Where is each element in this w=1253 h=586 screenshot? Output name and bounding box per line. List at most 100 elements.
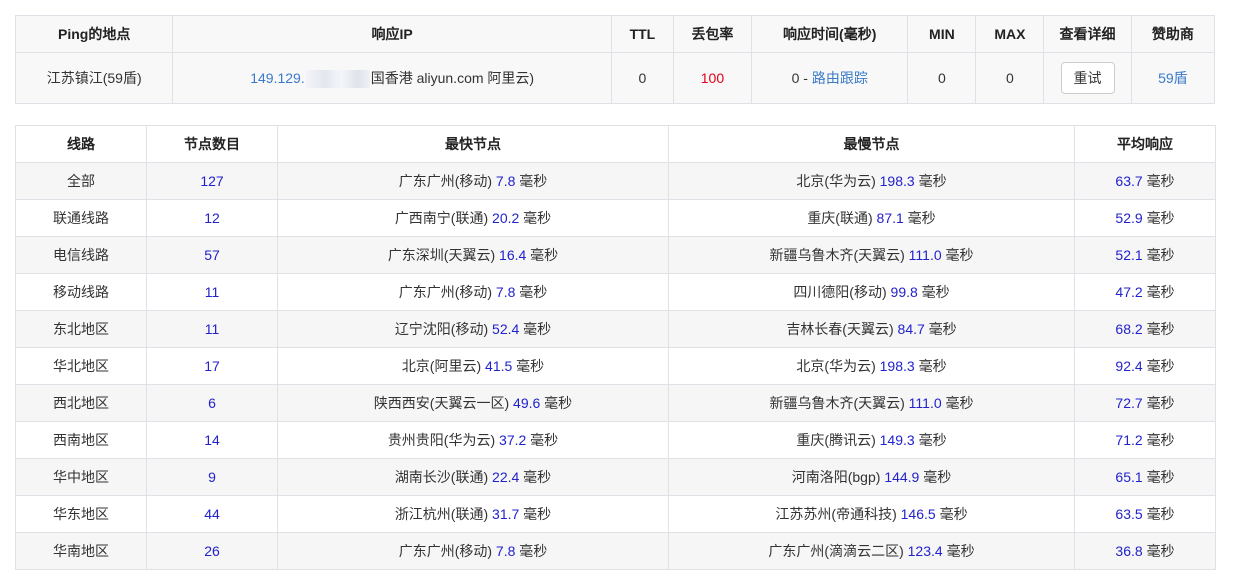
ip-link[interactable]: 149.129. bbox=[250, 70, 305, 86]
unit-label: 毫秒 bbox=[918, 173, 947, 189]
fastest-node-cell: 陕西西安(天翼云一区) 49.6 毫秒 bbox=[277, 384, 669, 422]
unit-label: 毫秒 bbox=[523, 469, 552, 485]
fastest-node-value: 41.5 bbox=[485, 358, 513, 374]
average-response-value: 72.7 bbox=[1115, 395, 1143, 411]
node-count-cell[interactable]: 57 bbox=[146, 236, 278, 274]
average-response-value: 36.8 bbox=[1115, 543, 1143, 559]
fastest-node-value: 22.4 bbox=[492, 469, 520, 485]
average-response-value: 52.1 bbox=[1115, 247, 1143, 263]
unit-label: 毫秒 bbox=[523, 506, 552, 522]
slowest-node-name: 重庆(联通) bbox=[807, 210, 873, 226]
unit-label: 毫秒 bbox=[918, 358, 947, 374]
unit-label: 毫秒 bbox=[1146, 173, 1175, 189]
slowest-node-cell: 吉林长春(天翼云) 84.7 毫秒 bbox=[668, 310, 1075, 348]
node-count-cell[interactable]: 14 bbox=[146, 421, 278, 459]
node-count-cell[interactable]: 11 bbox=[146, 273, 278, 311]
header-details: 查看详细 bbox=[1043, 15, 1132, 53]
fastest-node-cell: 辽宁沈阳(移动) 52.4 毫秒 bbox=[277, 310, 669, 348]
header-min: MIN bbox=[907, 15, 977, 53]
unit-label: 毫秒 bbox=[1146, 210, 1175, 226]
slowest-node-cell: 广东广州(滴滴云二区) 123.4 毫秒 bbox=[668, 532, 1075, 570]
table-row: 华北地区 17 北京(阿里云) 41.5 毫秒 北京(华为云) 198.3 毫秒 92.… bbox=[15, 347, 1216, 385]
unit-label: 毫秒 bbox=[1146, 284, 1175, 300]
slowest-node-cell: 新疆乌鲁木齐(天翼云) 111.0 毫秒 bbox=[668, 384, 1075, 422]
unit-label: 毫秒 bbox=[519, 543, 548, 559]
node-count-cell[interactable]: 11 bbox=[146, 310, 278, 348]
fastest-node-name: 广东深圳(天翼云) bbox=[387, 247, 496, 263]
average-response-value: 47.2 bbox=[1115, 284, 1143, 300]
fastest-node-cell: 广东广州(移动) 7.8 毫秒 bbox=[277, 162, 669, 200]
fastest-node-name: 辽宁沈阳(移动) bbox=[394, 321, 489, 337]
ttl-cell: 0 bbox=[610, 52, 674, 104]
node-count-cell[interactable]: 127 bbox=[146, 162, 278, 200]
slowest-node-value: 198.3 bbox=[879, 173, 915, 189]
fastest-node-value: 52.4 bbox=[492, 321, 520, 337]
average-response-cell: 72.7 毫秒 bbox=[1074, 384, 1216, 422]
unit-label: 毫秒 bbox=[1146, 321, 1175, 337]
slowest-node-value: 123.4 bbox=[907, 543, 943, 559]
unit-label: 毫秒 bbox=[921, 284, 950, 300]
slowest-node-value: 87.1 bbox=[876, 210, 904, 226]
fastest-node-cell: 广西南宁(联通) 20.2 毫秒 bbox=[277, 199, 669, 237]
slowest-node-name: 重庆(腾讯云) bbox=[796, 432, 876, 448]
fastest-node-value: 31.7 bbox=[492, 506, 520, 522]
average-response-cell: 63.5 毫秒 bbox=[1074, 495, 1216, 533]
response-time-separator: - bbox=[799, 70, 812, 86]
unit-label: 毫秒 bbox=[523, 210, 552, 226]
unit-label: 毫秒 bbox=[1146, 543, 1175, 559]
slowest-node-name: 北京(华为云) bbox=[796, 173, 876, 189]
slowest-node-value: 144.9 bbox=[884, 469, 920, 485]
fastest-node-value: 49.6 bbox=[513, 395, 541, 411]
fastest-node-value: 7.8 bbox=[495, 284, 516, 300]
slowest-node-name: 新疆乌鲁木齐(天翼云) bbox=[769, 247, 905, 263]
average-response-cell: 36.8 毫秒 bbox=[1074, 532, 1216, 570]
retry-button[interactable]: 重试 bbox=[1060, 62, 1115, 94]
table-row: 联通线路 12 广西南宁(联通) 20.2 毫秒 重庆(联通) 87.1 毫秒 52.9… bbox=[15, 199, 1216, 237]
unit-label: 毫秒 bbox=[519, 284, 548, 300]
node-count-cell[interactable]: 44 bbox=[146, 495, 278, 533]
ping-result-row: 江苏镇江(59盾) 149.129. 国香港 aliyun.com 阿里云) 0 … bbox=[14, 52, 1216, 104]
average-response-value: 63.5 bbox=[1115, 506, 1143, 522]
line-summary-table: 线路 节点数目 最快节点 最慢节点 平均响应 全部 127 广东广州(移动) 7.8… bbox=[15, 125, 1216, 570]
unit-label: 毫秒 bbox=[1146, 506, 1175, 522]
node-count-cell[interactable]: 17 bbox=[146, 347, 278, 385]
slowest-node-value: 99.8 bbox=[890, 284, 918, 300]
node-count-cell[interactable]: 26 bbox=[146, 532, 278, 570]
unit-label: 毫秒 bbox=[1146, 395, 1175, 411]
slowest-node-cell: 四川德阳(移动) 99.8 毫秒 bbox=[668, 273, 1075, 311]
average-response-value: 71.2 bbox=[1115, 432, 1143, 448]
table-row: 电信线路 57 广东深圳(天翼云) 16.4 毫秒 新疆乌鲁木齐(天翼云) 111.0… bbox=[15, 236, 1216, 274]
average-response-value: 68.2 bbox=[1115, 321, 1143, 337]
unit-label: 毫秒 bbox=[1146, 247, 1175, 263]
fastest-node-name: 广东广州(移动) bbox=[398, 543, 493, 559]
node-count-cell[interactable]: 6 bbox=[146, 384, 278, 422]
average-response-cell: 47.2 毫秒 bbox=[1074, 273, 1216, 311]
unit-label: 毫秒 bbox=[519, 173, 548, 189]
average-response-cell: 92.4 毫秒 bbox=[1074, 347, 1216, 385]
sponsor-link[interactable]: 59盾 bbox=[1130, 52, 1216, 104]
slowest-node-value: 146.5 bbox=[900, 506, 936, 522]
slowest-node-value: 111.0 bbox=[908, 395, 942, 411]
trace-route-link[interactable]: 路由跟踪 bbox=[812, 70, 868, 86]
slowest-node-value: 198.3 bbox=[879, 358, 915, 374]
unit-label: 毫秒 bbox=[945, 247, 974, 263]
table-row: 华南地区 26 广东广州(移动) 7.8 毫秒 广东广州(滴滴云二区) 123.4 毫… bbox=[15, 532, 1216, 570]
slowest-node-name: 四川德阳(移动) bbox=[793, 284, 887, 300]
location-cell: 江苏镇江(59盾) bbox=[14, 52, 174, 104]
slowest-node-cell: 北京(华为云) 198.3 毫秒 bbox=[668, 162, 1075, 200]
max-cell: 0 bbox=[975, 52, 1045, 104]
node-count-cell[interactable]: 9 bbox=[146, 458, 278, 496]
min-cell: 0 bbox=[907, 52, 977, 104]
header-max: MAX bbox=[975, 15, 1045, 53]
unit-label: 毫秒 bbox=[523, 321, 552, 337]
slowest-node-name: 河南洛阳(bgp) bbox=[791, 469, 881, 485]
fastest-node-cell: 广东深圳(天翼云) 16.4 毫秒 bbox=[277, 236, 669, 274]
average-response-value: 63.7 bbox=[1115, 173, 1143, 189]
ping-header-row: Ping的地点 响应IP TTL 丢包率 响应时间(毫秒) MIN MAX 查看… bbox=[14, 15, 1216, 53]
node-count-cell[interactable]: 12 bbox=[146, 199, 278, 237]
fastest-node-name: 广东广州(移动) bbox=[398, 173, 493, 189]
line-name-cell: 西南地区 bbox=[15, 421, 147, 459]
slowest-node-cell: 重庆(联通) 87.1 毫秒 bbox=[668, 199, 1075, 237]
header-sponsor: 赞助商 bbox=[1130, 15, 1216, 53]
average-response-value: 52.9 bbox=[1115, 210, 1143, 226]
